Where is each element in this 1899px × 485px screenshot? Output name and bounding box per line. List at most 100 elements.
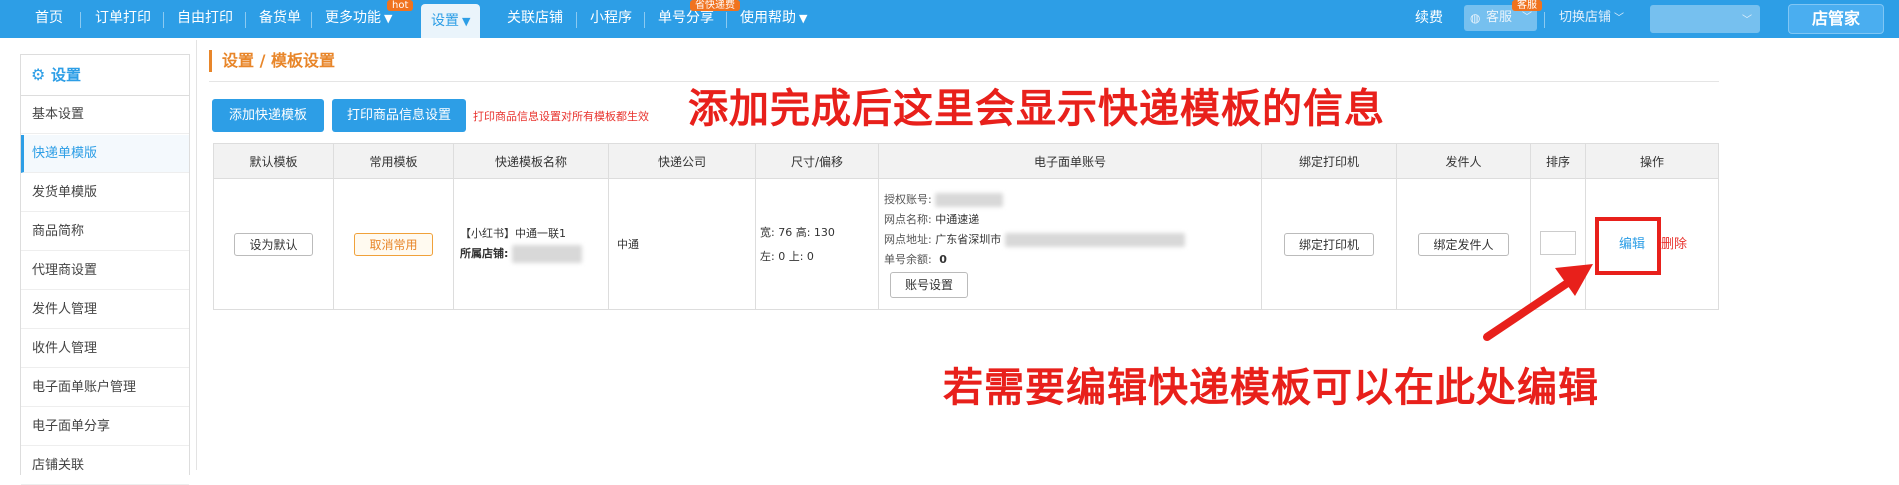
chevron-down-icon: ﹀	[1614, 13, 1625, 24]
hot-badge: hot	[387, 0, 414, 11]
sidebar-item-waybill-account[interactable]: 电子面单账户管理	[21, 369, 189, 407]
size-line: 宽: 76 高: 130	[760, 226, 835, 239]
caret-down-icon: ▼	[462, 15, 471, 28]
col-header-size: 尺寸/偏移	[755, 143, 879, 179]
breadcrumb-separator: /	[259, 51, 266, 70]
chevron-down-icon: ﹀	[1742, 15, 1752, 26]
nav-settings[interactable]: 设置 ▼	[421, 4, 481, 38]
customer-service-label: 客服	[1486, 10, 1513, 25]
sidebar-item-waybill-share[interactable]: 电子面单分享	[21, 408, 189, 446]
account-settings-button[interactable]: 账号设置	[890, 272, 969, 298]
nav-divider	[163, 12, 164, 28]
sidebar-item-sender-management[interactable]: 发件人管理	[21, 291, 189, 329]
caret-down-icon: ▼	[384, 12, 393, 25]
col-header-actions: 操作	[1585, 143, 1719, 179]
nav-more-label: 更多功能	[325, 10, 381, 26]
sidebar-divider	[196, 40, 197, 470]
renew-link[interactable]: 续费	[1415, 0, 1443, 38]
nav-divider	[80, 12, 81, 28]
bind-printer-button[interactable]: 绑定打印机	[1283, 232, 1374, 256]
cell-default: 设为默认	[213, 178, 334, 310]
nav-help[interactable]: 使用帮助 ▼	[740, 0, 807, 38]
template-name: 【小红书】中通一联1	[460, 227, 566, 240]
nav-mini-program[interactable]: 小程序	[590, 0, 632, 38]
col-header-company: 快递公司	[608, 143, 756, 179]
user-account-dropdown[interactable]: ﹀	[1650, 5, 1760, 33]
branch-name-label: 网点名称:	[884, 213, 932, 226]
cell-company: 中通	[608, 178, 756, 310]
switch-shop-dropdown[interactable]: 切换店铺 ﹀	[1559, 0, 1624, 38]
cell-common: 取消常用	[333, 178, 454, 310]
sidebar-item-recipient-management[interactable]: 收件人管理	[21, 330, 189, 368]
bind-sender-button[interactable]: 绑定发件人	[1418, 232, 1509, 256]
nav-divider	[245, 12, 246, 28]
nav-divider	[644, 12, 645, 28]
caret-down-icon: ▼	[799, 12, 808, 25]
cell-template-name: 【小红书】中通一联1 所属店铺:	[453, 178, 609, 310]
nav-help-label: 使用帮助	[740, 10, 796, 26]
col-header-waybill-account: 电子面单账号	[878, 143, 1262, 179]
breadcrumb-parent[interactable]: 设置	[222, 51, 254, 70]
nav-divider	[576, 12, 577, 28]
col-header-sort: 排序	[1530, 143, 1586, 179]
redacted-address	[1004, 233, 1185, 247]
sidebar-item-basic-settings[interactable]: 基本设置	[21, 96, 189, 134]
nav-free-print[interactable]: 自由打印	[177, 0, 233, 38]
nav-home[interactable]: 首页	[35, 0, 63, 38]
print-product-info-settings-button[interactable]: 打印商品信息设置	[332, 99, 466, 132]
edit-highlight-box	[1595, 217, 1661, 275]
brand-logo[interactable]: 店管家	[1788, 4, 1884, 34]
express-company: 中通	[617, 238, 639, 251]
save-fee-badge: 省快递费	[690, 0, 740, 11]
col-header-template-name: 快递模板名称	[453, 143, 609, 179]
nav-more-features[interactable]: 更多功能 ▼	[325, 0, 392, 38]
sidebar-item-shop-link[interactable]: 店铺关联	[21, 447, 189, 485]
nav-divider	[311, 12, 312, 28]
branch-address: 广东省深圳市	[935, 233, 1002, 246]
sidebar-title: 设置	[51, 66, 82, 84]
annotation-bottom: 若需要编辑快递模板可以在此处编辑	[943, 365, 1599, 411]
kefu-badge: 客服	[1512, 0, 1542, 11]
balance-label: 单号余额:	[884, 253, 932, 266]
col-header-sender: 发件人	[1396, 143, 1531, 179]
switch-shop-label: 切换店铺	[1559, 10, 1612, 25]
sort-order-input[interactable]	[1540, 230, 1576, 255]
nav-stock-list[interactable]: 备货单	[259, 0, 301, 38]
balance-value: 0	[939, 253, 947, 266]
redacted-shop-name	[511, 245, 582, 263]
col-header-common: 常用模板	[333, 143, 454, 179]
nav-linked-shops[interactable]: 关联店铺	[507, 0, 563, 38]
branch-address-label: 网点地址:	[884, 233, 932, 246]
breadcrumb: 设置 / 模板设置	[209, 50, 335, 72]
top-nav-bar: 首页 订单打印 自由打印 备货单 更多功能 ▼ hot 设置 ▼ 关联店铺 小程序 …	[0, 0, 1899, 38]
delete-link[interactable]: 删除	[1661, 233, 1687, 252]
redacted-auth-account	[935, 193, 1004, 207]
set-default-button[interactable]: 设为默认	[234, 232, 313, 256]
sidebar-item-product-alias[interactable]: 商品简称	[21, 213, 189, 251]
sidebar-item-express-template[interactable]: 快递单模版	[21, 135, 189, 173]
cell-sender: 绑定发件人	[1396, 178, 1531, 310]
nav-divider	[726, 12, 727, 28]
print-info-notice: 打印商品信息设置对所有模板都生效	[473, 110, 649, 123]
branch-name: 中通速递	[935, 213, 980, 226]
cell-waybill-account: 授权账号: 网点名称: 中通速递 网点地址: 广东省深圳市 单号余额: 0 账号…	[878, 178, 1262, 310]
template-table: 默认模板 常用模板 快递模板名称 快递公司 尺寸/偏移 电子面单账号 绑定打印机…	[213, 143, 1719, 310]
shop-label: 所属店铺:	[460, 247, 509, 260]
cell-sort	[1530, 178, 1586, 310]
cell-printer: 绑定打印机	[1261, 178, 1397, 310]
nav-order-print[interactable]: 订单打印	[95, 0, 151, 38]
headset-icon: ◍	[1470, 11, 1481, 25]
settings-sidebar: ⚙ 设置 基本设置 快递单模版 发货单模版 商品简称 代理商设置 发件人管理 收…	[20, 54, 190, 485]
nav-settings-label: 设置	[431, 13, 459, 29]
nav-divider	[1544, 12, 1545, 28]
cell-size-offset: 宽: 76 高: 130 左: 0 上: 0	[755, 178, 879, 310]
sidebar-header: ⚙ 设置	[21, 55, 189, 96]
sidebar-item-invoice-template[interactable]: 发货单模版	[21, 174, 189, 212]
gear-icon: ⚙	[31, 65, 46, 84]
auth-account-label: 授权账号:	[884, 193, 932, 206]
add-express-template-button[interactable]: 添加快递模板	[212, 99, 324, 132]
col-header-default: 默认模板	[213, 143, 334, 179]
cancel-common-button[interactable]: 取消常用	[354, 232, 433, 256]
table-header-row: 默认模板 常用模板 快递模板名称 快递公司 尺寸/偏移 电子面单账号 绑定打印机…	[213, 143, 1719, 179]
sidebar-item-agent-settings[interactable]: 代理商设置	[21, 252, 189, 290]
